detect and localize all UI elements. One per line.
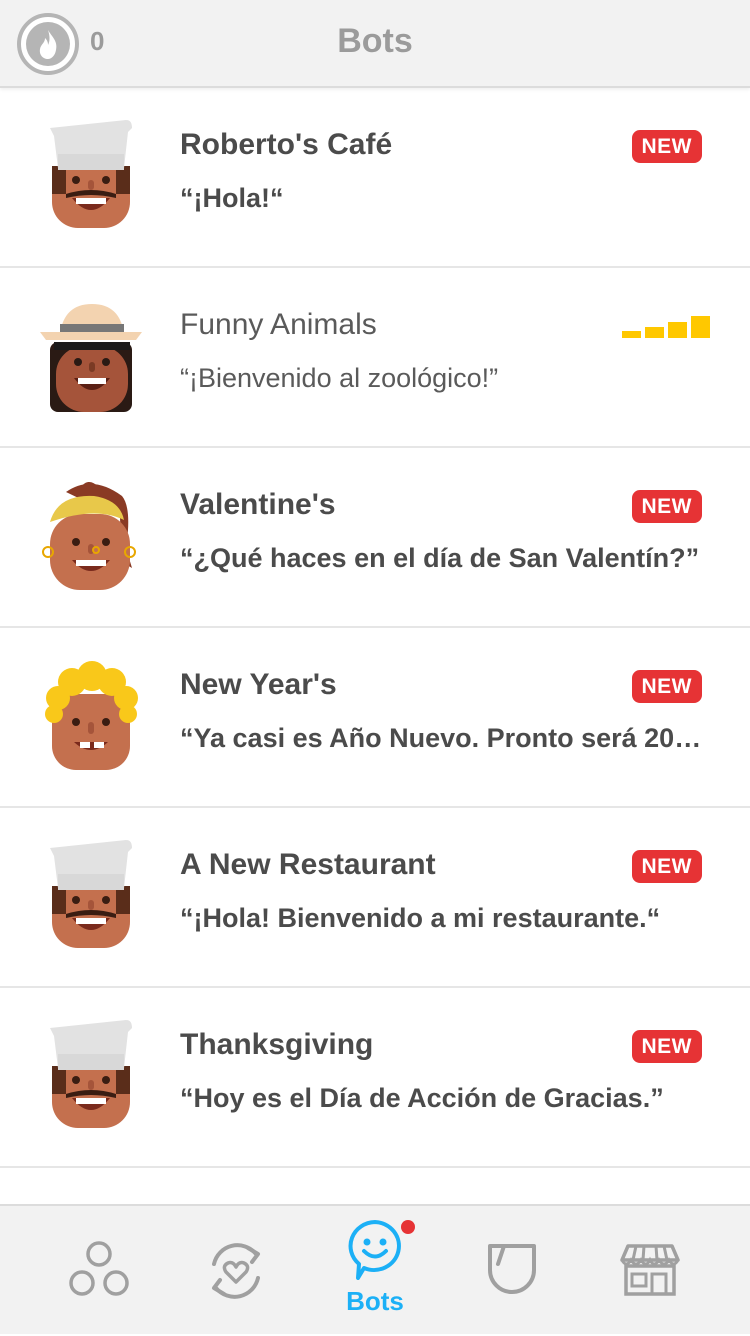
- bots-chat-icon: [348, 1220, 401, 1280]
- bot-title: Funny Animals: [180, 308, 377, 341]
- valentine-avatar-icon: [42, 482, 136, 590]
- shield-icon: [488, 1244, 536, 1294]
- chef-avatar-icon: [50, 120, 132, 228]
- new-badge: NEW: [631, 1030, 702, 1063]
- bot-row-funny-animals[interactable]: Funny Animals “¡Bienvenido al zoológico!…: [0, 268, 750, 448]
- new-badge: NEW: [631, 850, 702, 883]
- store-icon: [620, 1244, 680, 1296]
- bot-row-robertos-cafe[interactable]: Roberto's Café “¡Hola!“ NEW: [0, 88, 750, 268]
- bot-title: Roberto's Café: [180, 128, 393, 161]
- level-bars-icon: [622, 316, 710, 338]
- bot-row-new-restaurant[interactable]: A New Restaurant “¡Hola! Bienvenido a mi…: [0, 808, 750, 988]
- top-bar: 0 Bots: [0, 0, 750, 88]
- bot-subtitle: “¡Bienvenido al zoológico!”: [180, 363, 499, 393]
- bot-row-new-years[interactable]: New Year's “Ya casi es Año Nuevo. Pronto…: [0, 628, 750, 808]
- new-years-avatar-icon: [45, 661, 138, 770]
- tab-store[interactable]: [576, 1206, 726, 1336]
- page-title: Bots: [337, 22, 413, 60]
- bot-row-thanksgiving[interactable]: Thanksgiving “Hoy es el Día de Acción de…: [0, 988, 750, 1168]
- bot-subtitle: “Hoy es el Día de Acción de Gracias.”: [180, 1083, 664, 1113]
- bot-title: Valentine's: [180, 488, 336, 521]
- bot-title: A New Restaurant: [180, 848, 436, 881]
- tab-practice[interactable]: [162, 1206, 312, 1336]
- chef-avatar-icon: [50, 840, 132, 948]
- bot-list: Roberto's Café “¡Hola!“ NEW Funny Animal…: [0, 88, 750, 1168]
- new-badge: NEW: [631, 490, 702, 523]
- bot-title: New Year's: [180, 668, 337, 701]
- learn-circles-icon: [69, 1241, 129, 1296]
- tab-learn[interactable]: [24, 1206, 174, 1336]
- bot-subtitle: “¿Qué haces en el día de San Valentín?”: [180, 543, 700, 573]
- bot-title: Thanksgiving: [180, 1028, 374, 1061]
- new-badge: NEW: [631, 670, 702, 703]
- notification-dot: [401, 1220, 415, 1234]
- bottom-tab-bar: Bots: [0, 1204, 750, 1334]
- bot-subtitle: “¡Hola! Bienvenido a mi restaurante.“: [180, 903, 661, 933]
- bot-subtitle: “¡Hola!“: [180, 183, 284, 213]
- safari-avatar-icon: [40, 304, 142, 412]
- tab-profile[interactable]: [438, 1206, 588, 1336]
- tab-bots[interactable]: Bots: [300, 1206, 450, 1336]
- bot-row-valentines[interactable]: Valentine's “¿Qué haces en el día de San…: [0, 448, 750, 628]
- new-badge: NEW: [631, 130, 702, 163]
- chef-avatar-icon: [50, 1020, 132, 1128]
- bot-subtitle: “Ya casi es Año Nuevo. Pronto será 2017.…: [180, 723, 702, 753]
- tab-bots-label: Bots: [346, 1286, 404, 1316]
- practice-heart-icon: [212, 1243, 260, 1299]
